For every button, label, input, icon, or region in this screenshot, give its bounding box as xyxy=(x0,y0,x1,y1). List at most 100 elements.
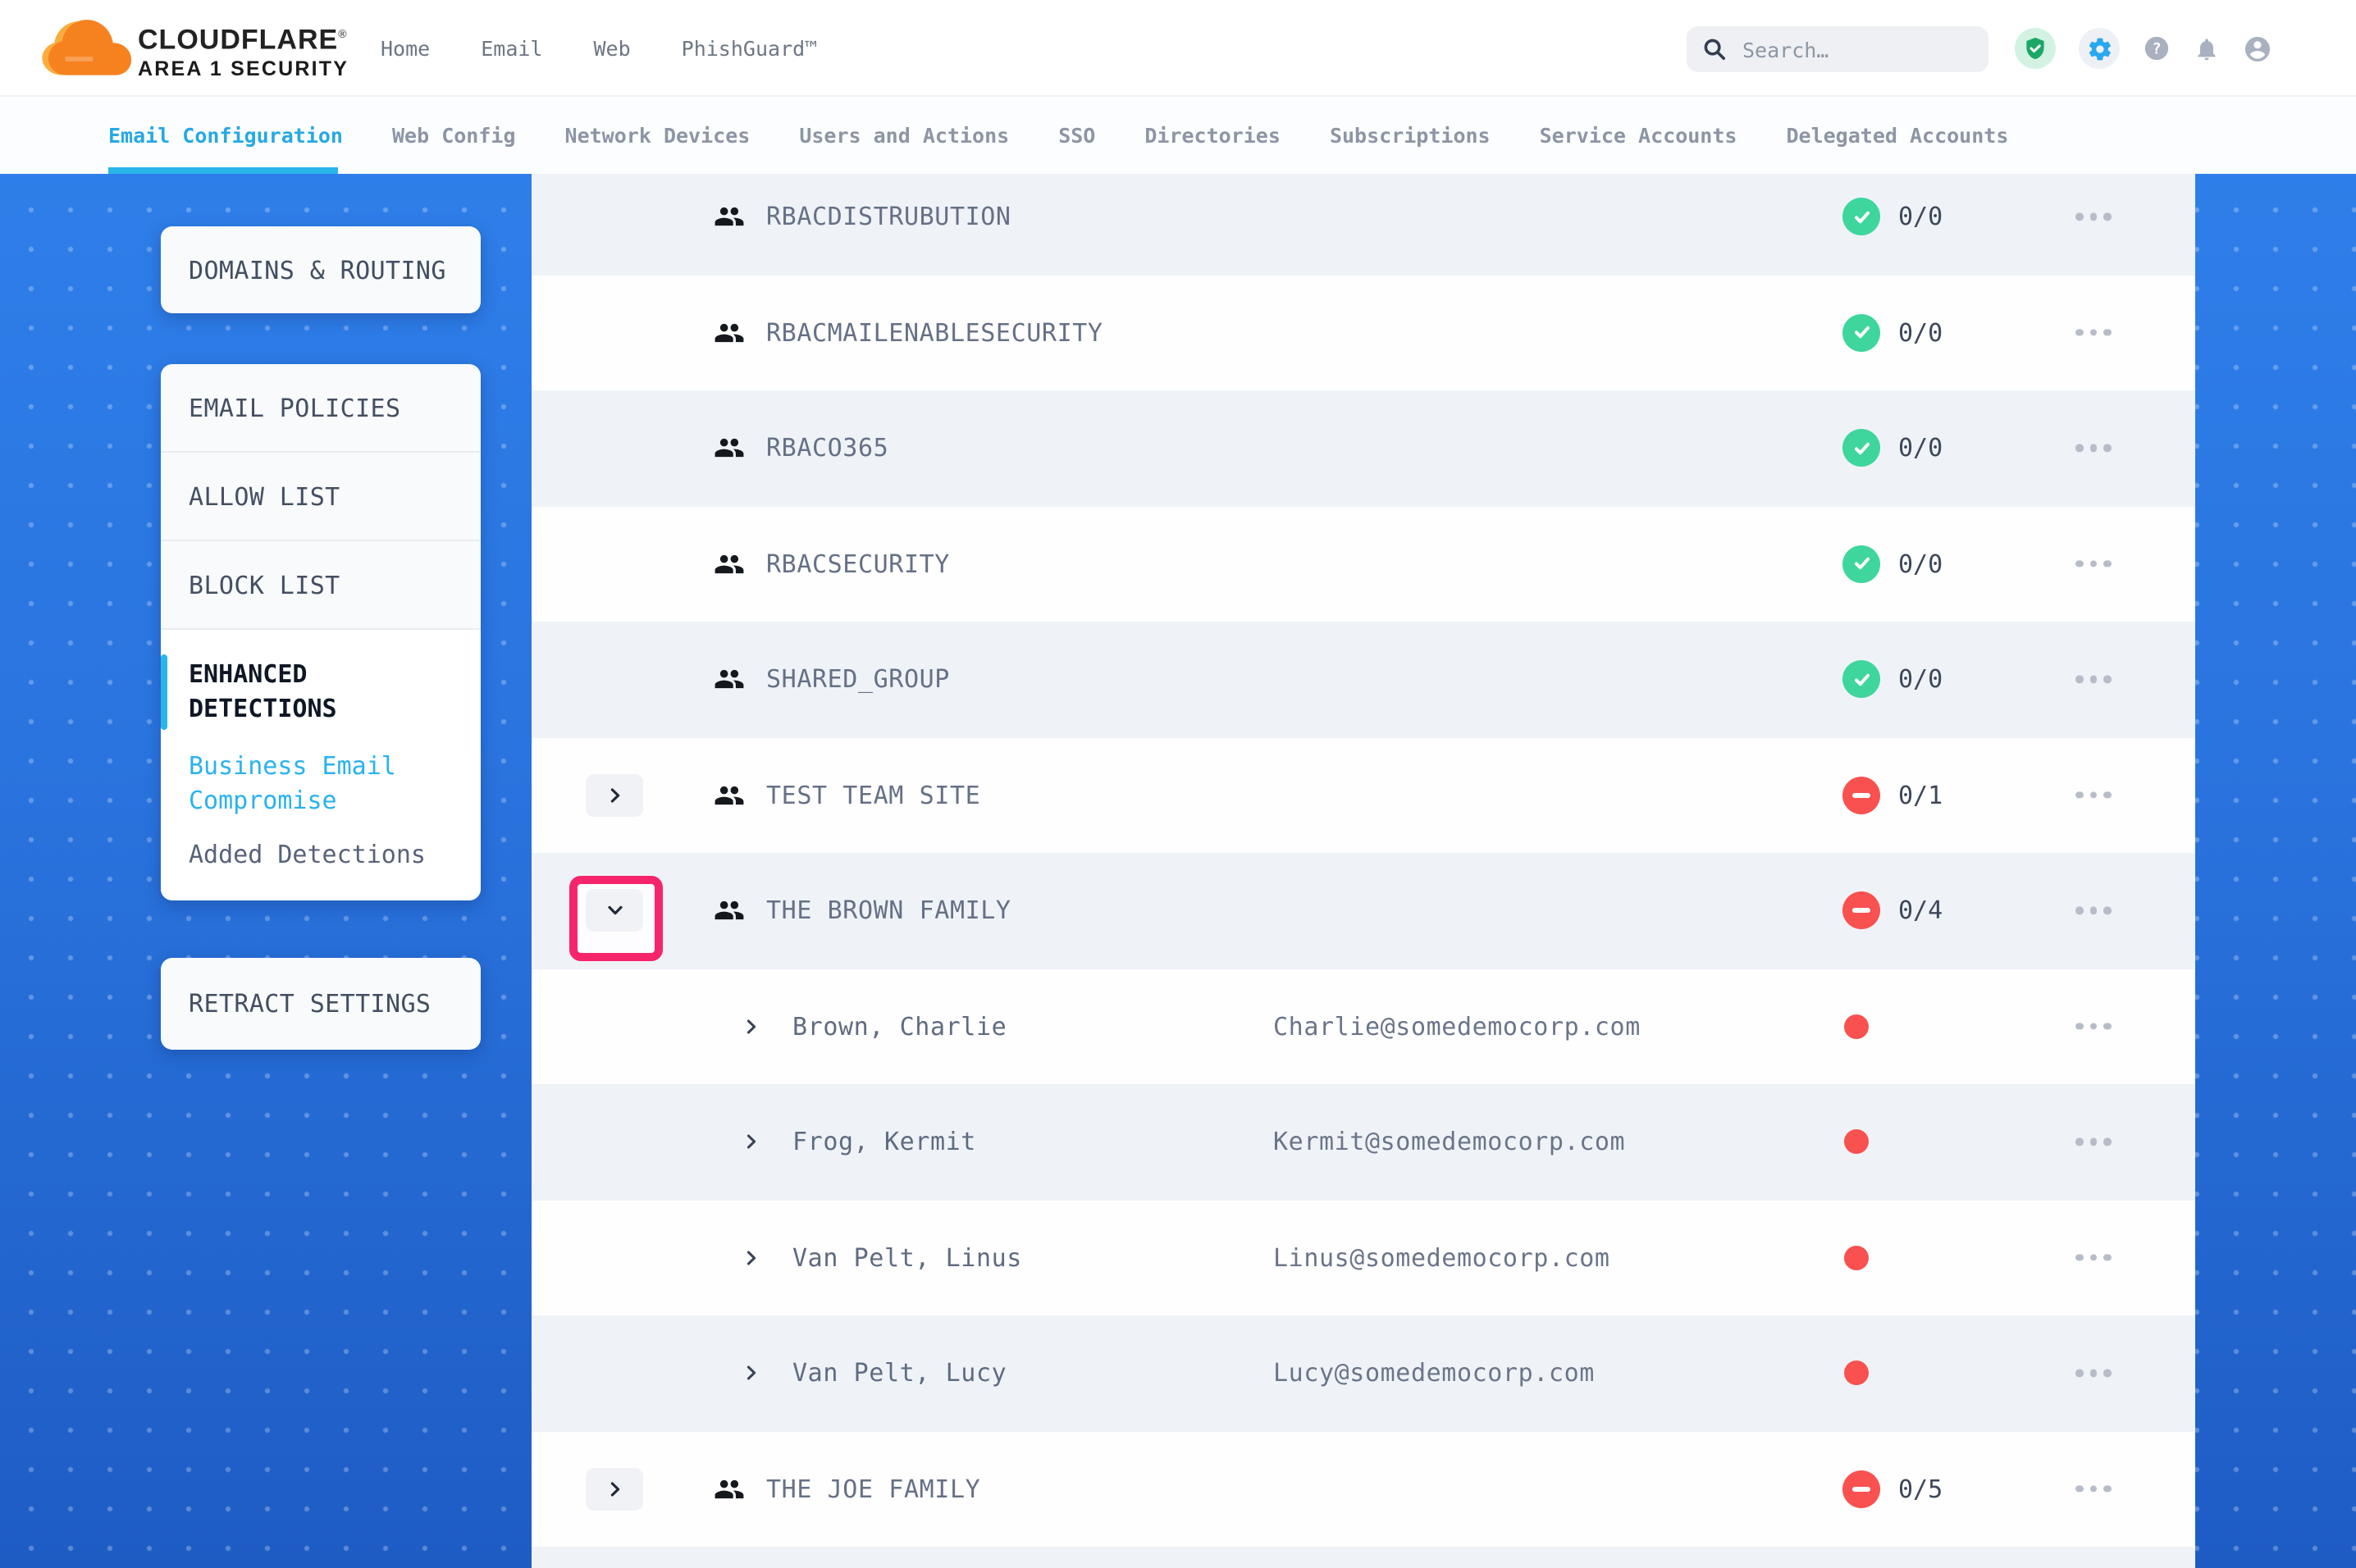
row-actions-button[interactable] xyxy=(2075,444,2112,452)
status-badge-blocked xyxy=(1842,892,1880,930)
group-row: RBACMAILENABLESECURITY 0/0 xyxy=(532,275,2195,390)
alert-dot xyxy=(1844,1130,1869,1155)
nav-item-web[interactable]: Web xyxy=(594,36,631,61)
area1-security-app: CLOUDFLARE® AREA 1 SECURITY Home Email W… xyxy=(0,0,2356,1568)
page-body: DOMAINS & ROUTING EMAIL POLICIES ALLOW L… xyxy=(0,174,2356,1568)
row-actions-button[interactable] xyxy=(2075,1254,2112,1261)
row-actions-button[interactable] xyxy=(2075,329,2112,336)
alert-dot xyxy=(1844,1014,1869,1039)
top-header: CLOUDFLARE® AREA 1 SECURITY Home Email W… xyxy=(0,0,2356,97)
shield-check-icon[interactable] xyxy=(2015,28,2056,69)
active-tab-indicator xyxy=(108,166,338,174)
help-icon[interactable]: ? xyxy=(2143,34,2171,62)
member-count: 0/1 xyxy=(1898,781,1943,810)
member-count: 0/5 xyxy=(1898,1475,1943,1504)
search-input[interactable] xyxy=(1739,35,1969,63)
tab-service-accounts[interactable]: Service Accounts xyxy=(1540,123,1737,148)
row-actions-button[interactable] xyxy=(2075,1138,2112,1146)
group-row: SHARED_GROUP 0/0 xyxy=(532,622,2195,737)
member-email: Kermit@somedemocorp.com xyxy=(1273,1128,1625,1157)
expand-group-button[interactable] xyxy=(586,774,643,817)
group-icon xyxy=(714,549,745,580)
row-actions-button[interactable] xyxy=(2075,791,2112,799)
member-count: 0/0 xyxy=(1898,549,1943,579)
tab-email-configuration[interactable]: Email Configuration xyxy=(108,123,343,148)
tab-sso[interactable]: SSO xyxy=(1058,123,1095,148)
status-badge-ok xyxy=(1842,661,1880,699)
row-actions-button[interactable] xyxy=(2075,676,2112,683)
sidebar-item-added-detections[interactable]: Added Detections xyxy=(189,838,464,873)
group-icon xyxy=(714,1474,745,1505)
member-email: Linus@somedemocorp.com xyxy=(1273,1243,1610,1273)
member-name: Van Pelt, Lucy xyxy=(792,1359,1007,1388)
chevron-right-icon[interactable] xyxy=(743,1250,760,1266)
alert-dot xyxy=(1844,1246,1869,1270)
group-row: RBACDISTRUBUTION 0/0 xyxy=(532,174,2195,275)
member-row: Van Pelt, Linus Linus@somedemocorp.com xyxy=(532,1200,2195,1315)
active-item-indicator xyxy=(161,654,167,730)
sidebar-item-enhanced-detections[interactable]: ENHANCED DETECTIONS xyxy=(189,658,464,727)
search-icon xyxy=(1703,38,1726,61)
row-actions-button[interactable] xyxy=(2075,213,2112,221)
tab-directories[interactable]: Directories xyxy=(1144,123,1281,148)
nav-item-email[interactable]: Email xyxy=(481,36,542,61)
group-name: TEST TEAM SITE xyxy=(766,781,980,810)
sidebar-item-business-email-compromise[interactable]: Business Email Compromise xyxy=(189,750,464,818)
row-actions-button[interactable] xyxy=(2075,1023,2112,1030)
group-icon xyxy=(714,896,745,927)
group-icon xyxy=(714,664,745,695)
member-row: Brown, Charlie Charlie@somedemocorp.com xyxy=(532,969,2195,1084)
secondary-nav: Email Configuration Web Config Network D… xyxy=(0,97,2356,174)
chevron-right-icon[interactable] xyxy=(743,1019,760,1035)
tab-network-devices[interactable]: Network Devices xyxy=(565,123,751,148)
member-email: Charlie@somedemocorp.com xyxy=(1273,1012,1641,1042)
status-badge-blocked xyxy=(1842,777,1880,814)
group-row: RBACSECURITY 0/0 xyxy=(532,506,2195,622)
group-icon xyxy=(714,780,745,811)
brand-name: CLOUDFLARE® xyxy=(138,21,349,55)
chevron-right-icon[interactable] xyxy=(743,1365,760,1382)
row-actions-button[interactable] xyxy=(2075,907,2112,914)
status-badge-ok xyxy=(1842,314,1880,352)
collapse-group-button[interactable] xyxy=(586,890,643,932)
group-name: SHARED_GROUP xyxy=(766,665,950,695)
sidebar-item-email-policies[interactable]: EMAIL POLICIES xyxy=(161,364,481,451)
group-name: RBACDISTRUBUTION xyxy=(766,203,1011,232)
gear-icon[interactable] xyxy=(2079,28,2120,69)
tab-subscriptions[interactable]: Subscriptions xyxy=(1330,123,1491,148)
nav-item-phishguard[interactable]: PhishGuard™ xyxy=(682,36,818,61)
group-row: RBACO365 0/0 xyxy=(532,390,2195,506)
row-actions-button[interactable] xyxy=(2075,1370,2112,1377)
sidebar-item-retract-settings[interactable]: RETRACT SETTINGS xyxy=(161,958,481,1050)
cloudflare-logo[interactable]: CLOUDFLARE® AREA 1 SECURITY xyxy=(34,13,349,81)
svg-text:?: ? xyxy=(2152,40,2161,57)
row-actions-button[interactable] xyxy=(2075,1485,2112,1493)
member-email: Lucy@somedemocorp.com xyxy=(1273,1359,1595,1388)
nav-item-home[interactable]: Home xyxy=(381,36,430,61)
sidebar-item-domains-routing[interactable]: DOMAINS & ROUTING xyxy=(161,226,481,313)
member-name: Brown, Charlie xyxy=(792,1012,1007,1042)
account-icon[interactable] xyxy=(2243,34,2272,63)
expand-group-button[interactable] xyxy=(586,1468,643,1511)
search-box[interactable] xyxy=(1687,26,1988,72)
group-name: RBACO365 xyxy=(766,434,888,463)
tab-users-and-actions[interactable]: Users and Actions xyxy=(799,123,1009,148)
member-name: Van Pelt, Linus xyxy=(792,1243,1022,1273)
status-badge-ok xyxy=(1842,430,1880,467)
tab-delegated-accounts[interactable]: Delegated Accounts xyxy=(1786,123,2008,148)
group-row-expanded: THE BROWN FAMILY 0/4 xyxy=(532,853,2195,969)
member-count: 0/0 xyxy=(1898,434,1943,463)
sidebar-item-allow-list[interactable]: ALLOW LIST xyxy=(161,453,481,540)
tab-web-config[interactable]: Web Config xyxy=(392,123,516,148)
group-row: THE JOE FAMILY 0/5 xyxy=(532,1431,2195,1547)
group-icon xyxy=(714,317,745,349)
row-actions-button[interactable] xyxy=(2075,560,2112,567)
groups-table: RBACDISTRUBUTION 0/0 RBACMAILENABLESECUR… xyxy=(532,174,2195,1568)
group-row: TEST TEAM SITE 0/1 xyxy=(532,737,2195,853)
chevron-right-icon[interactable] xyxy=(743,1134,760,1151)
table-row xyxy=(532,1547,2195,1568)
sidebar-item-block-list[interactable]: BLOCK LIST xyxy=(161,541,481,628)
status-badge-ok xyxy=(1842,198,1880,236)
member-row: Frog, Kermit Kermit@somedemocorp.com xyxy=(532,1084,2195,1200)
bell-icon[interactable] xyxy=(2194,35,2220,62)
